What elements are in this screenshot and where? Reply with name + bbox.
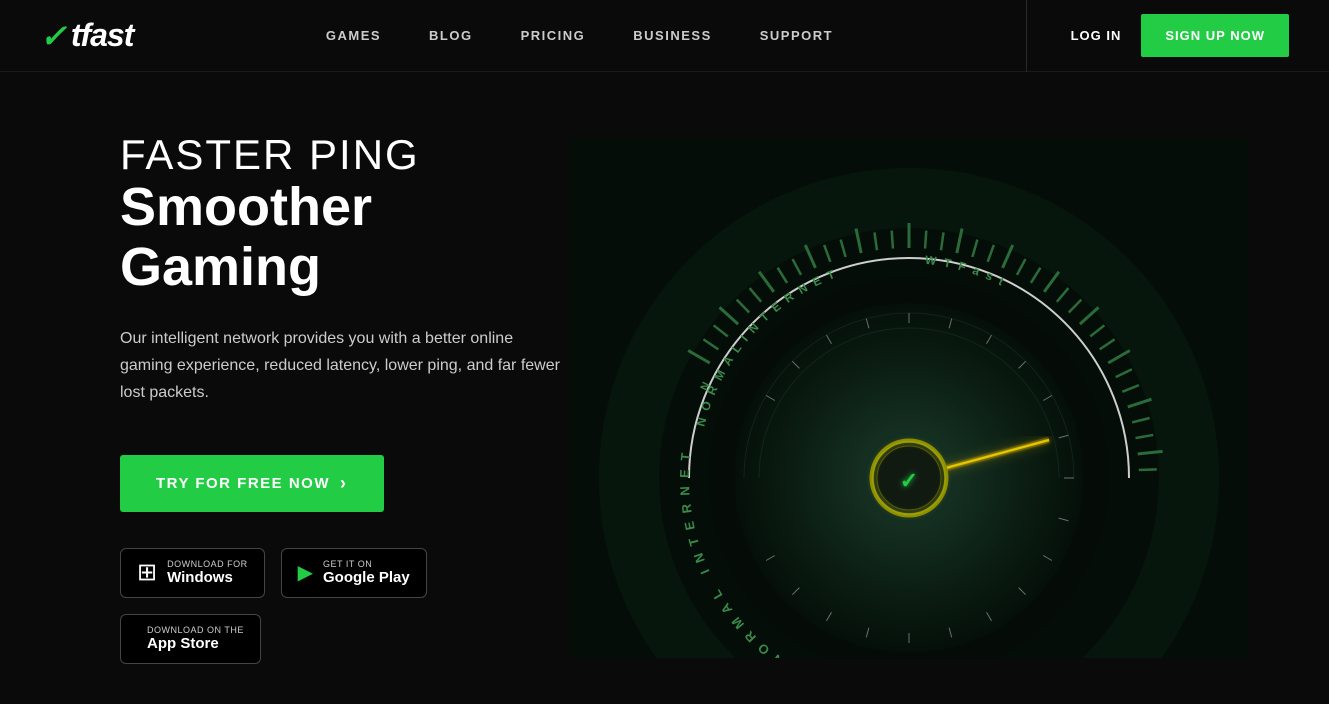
try-free-button[interactable]: TRY FOR FREE NOW › [120, 455, 384, 512]
app-store-large: App Store [147, 635, 244, 652]
windows-badge[interactable]: ⊞ Download for Windows [120, 548, 265, 598]
arrow-icon: › [340, 473, 348, 494]
google-play-large: Google Play [323, 569, 410, 586]
windows-badge-large: Windows [167, 569, 248, 586]
windows-badge-small: Download for [167, 559, 248, 569]
login-button[interactable]: LOG IN [1051, 28, 1142, 43]
hero-content: FASTER PING Smoother Gaming Our intellig… [120, 132, 569, 664]
nav-blog[interactable]: BLOG [429, 28, 473, 43]
signup-button[interactable]: SIGN UP NOW [1141, 14, 1289, 57]
header-divider [1026, 0, 1027, 72]
nav-games[interactable]: GAMES [326, 28, 381, 43]
app-store-badge[interactable]: Download on the App Store [120, 614, 261, 664]
hero-description: Our intelligent network provides you wit… [120, 325, 569, 407]
windows-icon: ⊞ [137, 558, 157, 587]
main-nav: GAMES BLOG PRICING BUSINESS SUPPORT [133, 28, 1025, 43]
speedometer-svg: NORMAL INTERNET N N O R M A L I N T E R … [569, 138, 1249, 658]
app-store-small: Download on the [147, 625, 244, 635]
try-free-label: TRY FOR FREE NOW [156, 475, 330, 492]
logo[interactable]: ✓ tfast [40, 17, 133, 55]
nav-business[interactable]: BUSINESS [633, 28, 711, 43]
header: ✓ tfast GAMES BLOG PRICING BUSINESS SUPP… [0, 0, 1329, 72]
logo-text: tfast [71, 17, 134, 54]
speedometer: NORMAL INTERNET N N O R M A L I N T E R … [569, 138, 1249, 658]
google-play-badge[interactable]: ▶ GET IT ON Google Play [281, 548, 427, 598]
svg-text:✓: ✓ [900, 468, 918, 493]
app-store-badge-text: Download on the App Store [147, 625, 244, 652]
google-play-small: GET IT ON [323, 559, 410, 569]
hero-section: FASTER PING Smoother Gaming Our intellig… [0, 72, 1329, 704]
hero-subtitle: FASTER PING [120, 132, 569, 178]
logo-check: ✓ [40, 17, 67, 55]
google-play-icon: ▶ [298, 560, 313, 585]
nav-pricing[interactable]: PRICING [521, 28, 586, 43]
nav-support[interactable]: SUPPORT [760, 28, 833, 43]
header-actions: LOG IN SIGN UP NOW [1026, 0, 1289, 72]
windows-badge-text: Download for Windows [167, 559, 248, 586]
hero-title: Smoother Gaming [120, 178, 569, 297]
google-play-badge-text: GET IT ON Google Play [323, 559, 410, 586]
store-badges: ⊞ Download for Windows ▶ GET IT ON Googl… [120, 548, 569, 664]
